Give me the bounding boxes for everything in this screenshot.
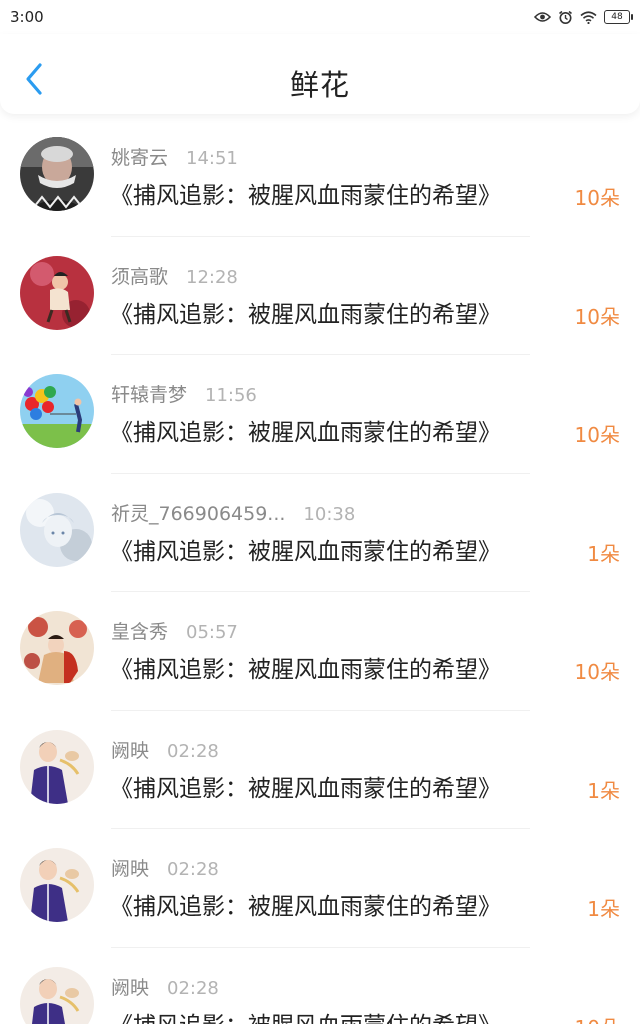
item-time: 10:38: [303, 503, 356, 525]
header: 鲜花: [0, 34, 640, 114]
avatar[interactable]: [20, 374, 94, 448]
user-name: 阙映: [111, 976, 150, 999]
list-item[interactable]: 姚寄云 14:51 《捕风追影：被腥风血雨蒙住的希望》 10朵: [0, 118, 640, 237]
item-time: 02:28: [167, 859, 219, 880]
work-title: 《捕风追影：被腥风血雨蒙住的希望》: [110, 657, 501, 683]
item-time: 02:28: [167, 977, 219, 999]
flower-count: 10朵: [575, 1012, 620, 1024]
list-item[interactable]: 祈灵_766906459... 10:38 《捕风追影：被腥风血雨蒙住的希望》 …: [0, 474, 640, 592]
flower-count: 1朵: [587, 897, 620, 921]
status-bar: 3:00 48: [0, 0, 640, 34]
list-item[interactable]: 阙映 02:28 《捕风追影：被腥风血雨蒙住的希望》 1朵: [0, 829, 640, 948]
item-time: 05:57: [186, 622, 238, 643]
status-time: 3:00: [10, 8, 44, 26]
status-icons: 48: [534, 10, 633, 25]
wifi-icon: [580, 10, 597, 24]
avatar[interactable]: [20, 966, 94, 1024]
flower-count: 10朵: [574, 304, 620, 329]
work-title: 《捕风追影：被腥风血雨蒙住的希望》: [110, 775, 501, 802]
work-title: 《捕风追影：被腥风血雨蒙住的希望》: [110, 301, 501, 328]
flower-count: 10朵: [574, 423, 620, 447]
avatar[interactable]: [20, 137, 94, 211]
flower-count: 1朵: [587, 778, 620, 803]
screen: 3:00 48 鲜花 姚寄云 14:51 《捕风追影：被腥风血雨蒙住的希望》 1…: [0, 0, 640, 1024]
eye-icon: [534, 12, 551, 22]
user-name: 皇含秀: [111, 621, 169, 643]
user-name: 轩辕青梦: [111, 384, 188, 406]
work-title: 《捕风追影：被腥风血雨蒙住的希望》: [110, 420, 501, 446]
avatar[interactable]: [20, 729, 94, 804]
item-meta: 须高歌 12:28: [111, 262, 238, 289]
alarm-icon: [559, 10, 572, 24]
flower-count: 1朵: [587, 541, 620, 566]
avatar[interactable]: [20, 611, 94, 685]
item-time: 02:28: [167, 740, 219, 762]
work-title: 《捕风追影：被腥风血雨蒙住的希望》: [110, 183, 501, 209]
item-meta: 祈灵_766906459... 10:38: [111, 499, 355, 526]
flower-list: 姚寄云 14:51 《捕风追影：被腥风血雨蒙住的希望》 10朵 须高歌 12:2…: [0, 118, 640, 1024]
item-meta: 阙映 02:28: [111, 854, 219, 881]
item-meta: 皇含秀 05:57: [111, 617, 238, 644]
user-name: 祈灵_766906459...: [111, 502, 286, 525]
list-item[interactable]: 阙映 02:28 《捕风追影：被腥风血雨蒙住的希望》 1朵: [0, 711, 640, 829]
item-meta: 阙映 02:28: [111, 973, 219, 1000]
list-item[interactable]: 须高歌 12:28 《捕风追影：被腥风血雨蒙住的希望》 10朵: [0, 237, 640, 355]
flower-count: 10朵: [574, 186, 620, 210]
user-name: 须高歌: [111, 265, 169, 288]
item-time: 11:56: [205, 385, 257, 406]
list-item[interactable]: 阙映 02:28 《捕风追影：被腥风血雨蒙住的希望》 10朵: [0, 948, 640, 1024]
avatar[interactable]: [20, 848, 94, 922]
user-name: 阙映: [111, 858, 150, 880]
item-meta: 阙映 02:28: [111, 736, 219, 763]
work-title: 《捕风追影：被腥风血雨蒙住的希望》: [110, 894, 501, 920]
item-time: 14:51: [186, 148, 238, 169]
battery-icon: 48: [604, 10, 633, 24]
flower-count: 10朵: [574, 660, 620, 684]
item-time: 12:28: [186, 266, 238, 288]
page-title: 鲜花: [289, 68, 350, 102]
user-name: 阙映: [111, 739, 150, 762]
item-meta: 姚寄云 14:51: [111, 143, 238, 170]
user-name: 姚寄云: [111, 147, 169, 169]
item-meta: 轩辕青梦 11:56: [111, 380, 257, 407]
avatar[interactable]: [20, 492, 94, 567]
list-item[interactable]: 轩辕青梦 11:56 《捕风追影：被腥风血雨蒙住的希望》 10朵: [0, 355, 640, 474]
avatar[interactable]: [20, 255, 94, 330]
list-item[interactable]: 皇含秀 05:57 《捕风追影：被腥风血雨蒙住的希望》 10朵: [0, 592, 640, 711]
work-title: 《捕风追影：被腥风血雨蒙住的希望》: [110, 1006, 501, 1024]
work-title: 《捕风追影：被腥风血雨蒙住的希望》: [110, 538, 501, 565]
